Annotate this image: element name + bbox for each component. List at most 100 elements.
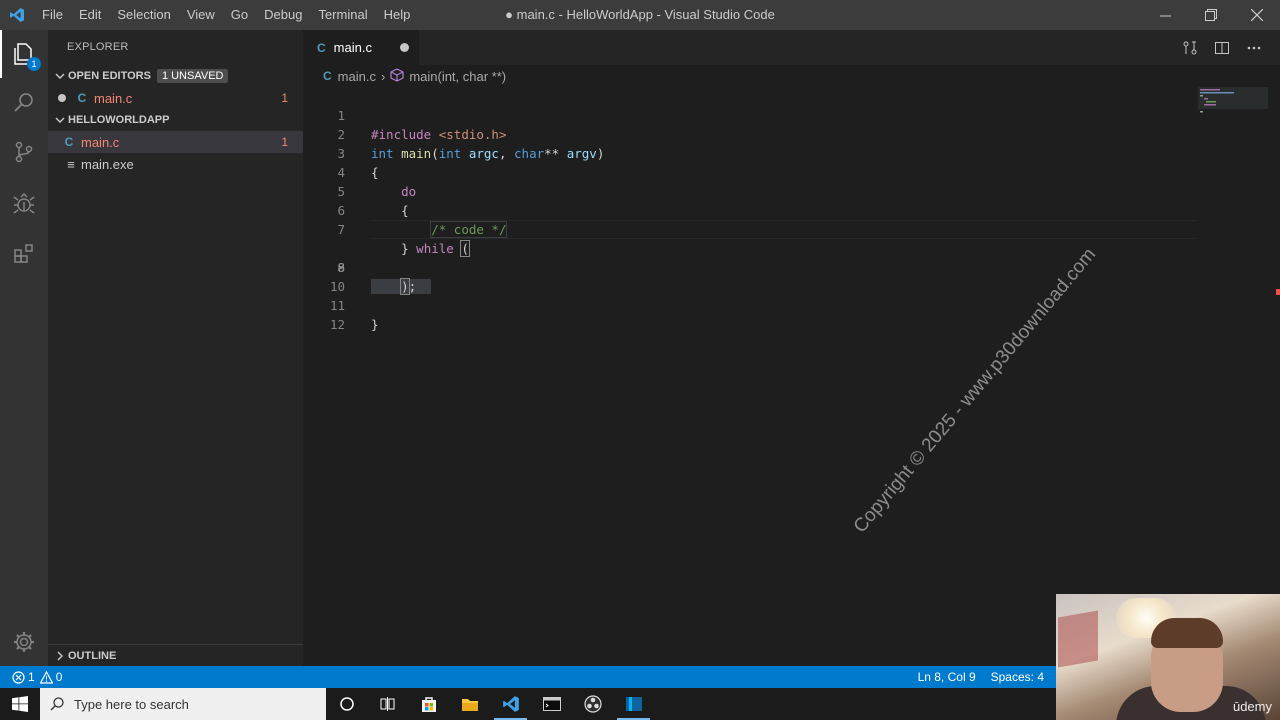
cursor-position[interactable]: Ln 8, Col 9	[918, 670, 976, 684]
restore-button[interactable]	[1188, 0, 1234, 30]
menu-edit[interactable]: Edit	[71, 0, 109, 30]
status-right: Ln 8, Col 9 Spaces: 4	[903, 670, 1044, 684]
sidebar-title: EXPLORER	[67, 41, 129, 53]
c-file-icon: C	[77, 91, 87, 105]
menu-view[interactable]: View	[179, 0, 223, 30]
error-icon	[12, 670, 25, 684]
store-icon	[421, 697, 436, 712]
file-name: main.exe	[81, 156, 134, 172]
unsaved-badge: 1 UNSAVED	[156, 69, 229, 83]
code-line-current: 8	[303, 220, 1280, 294]
open-editor-item-main-c[interactable]: C main.c 1	[48, 87, 303, 109]
folder-header[interactable]: HELLOWORLDAPP	[48, 109, 303, 131]
explorer-activity-button[interactable]: 1	[0, 30, 48, 78]
warning-count: 0	[55, 670, 63, 684]
open-editors-label: OPEN EDITORS	[68, 70, 151, 82]
task-view-button[interactable]	[367, 688, 408, 720]
chevron-right-icon	[52, 651, 68, 661]
tab-main-c[interactable]: C main.c	[303, 30, 419, 65]
minimize-icon	[1159, 15, 1171, 16]
folder-label: HELLOWORLDAPP	[68, 114, 170, 126]
menu-debug[interactable]: Debug	[256, 0, 310, 30]
open-editor-filename: main.c	[94, 90, 133, 106]
chevron-down-icon	[52, 71, 68, 81]
cortana-button[interactable]	[326, 688, 367, 720]
current-line-highlight	[371, 220, 1196, 239]
indentation[interactable]: Spaces: 4	[991, 670, 1044, 684]
compare-icon	[1183, 41, 1197, 54]
vertical-scrollbar[interactable]	[1266, 87, 1280, 666]
more-actions-button[interactable]	[1238, 30, 1270, 65]
code-line: 1 #include <stdio.h>	[303, 87, 1280, 142]
unsaved-dot-icon[interactable]	[48, 94, 70, 102]
code-line: 3 {	[303, 125, 1280, 180]
activity-bar: 1	[0, 30, 48, 666]
code-line: 9 );	[303, 239, 1280, 295]
problems-status[interactable]: 1 0	[0, 670, 62, 684]
menu-help[interactable]: Help	[376, 0, 419, 30]
taskbar-search[interactable]: Type here to search	[40, 688, 326, 720]
breadcrumb-file[interactable]: main.c	[338, 69, 376, 84]
title-bar: File Edit Selection View Go Debug Termin…	[0, 0, 1280, 30]
outline-header[interactable]: OUTLINE	[48, 644, 303, 666]
brace: }	[371, 317, 379, 332]
close-icon	[1251, 9, 1263, 21]
window-controls	[1142, 0, 1280, 30]
chevron-down-icon	[52, 115, 68, 125]
code-line: 7 } while (	[303, 201, 1280, 257]
extensions-activity-button[interactable]	[0, 230, 48, 278]
store-button[interactable]	[408, 688, 449, 720]
menu-selection[interactable]: Selection	[109, 0, 178, 30]
breadcrumb-symbol[interactable]: main(int, char **)	[409, 69, 506, 84]
app-taskbar-button[interactable]	[613, 688, 654, 720]
minimap[interactable]	[1198, 87, 1268, 127]
webcam-background-flag	[1058, 610, 1098, 668]
terminal-taskbar-button[interactable]	[531, 688, 572, 720]
warning-icon	[39, 670, 53, 684]
symbol-method-icon	[390, 67, 404, 85]
outline-label: OUTLINE	[68, 649, 117, 662]
tab-label: main.c	[333, 40, 372, 55]
open-editors-header[interactable]: OPEN EDITORS 1 UNSAVED	[48, 65, 303, 87]
explorer-sidebar: EXPLORER OPEN EDITORS 1 UNSAVED C main.c…	[48, 30, 303, 666]
split-editor-button[interactable]	[1206, 30, 1238, 65]
file-item-main-c[interactable]: C main.c 1	[48, 131, 303, 153]
search-icon	[50, 697, 64, 711]
settings-gear-icon	[14, 632, 34, 652]
close-window-button[interactable]	[1234, 0, 1280, 30]
unsaved-dot-icon[interactable]	[400, 43, 409, 52]
code-editor[interactable]: 1 #include <stdio.h> 2 int main(int argc…	[303, 87, 1280, 332]
search-activity-button[interactable]	[0, 78, 48, 126]
menu-file[interactable]: File	[34, 0, 71, 30]
code-line: 12	[303, 296, 1280, 332]
file-explorer-button[interactable]	[449, 688, 490, 720]
active-indicator	[0, 30, 2, 78]
code-line: 11 }	[303, 277, 1280, 332]
vscode-taskbar-button[interactable]	[490, 688, 531, 720]
search-placeholder: Type here to search	[74, 696, 189, 712]
c-file-icon: C	[317, 40, 326, 55]
debug-icon	[13, 192, 35, 214]
file-item-main-exe[interactable]: ≡ main.exe	[48, 153, 303, 175]
terminal-icon	[542, 697, 561, 711]
open-changes-button[interactable]	[1174, 30, 1206, 65]
source-control-activity-button[interactable]	[0, 128, 48, 176]
code-line: 2 int main(int argc, char** argv)	[303, 106, 1280, 161]
c-file-icon: C	[64, 135, 74, 149]
code-line: 6 /* code */	[303, 182, 1280, 238]
obs-icon	[583, 695, 602, 713]
c-file-icon: C	[323, 69, 332, 83]
minimize-button[interactable]	[1142, 0, 1188, 30]
menu-terminal[interactable]: Terminal	[310, 0, 375, 30]
debug-activity-button[interactable]	[0, 180, 48, 228]
menu-bar: File Edit Selection View Go Debug Termin…	[34, 0, 418, 30]
code-line: 4 do	[303, 144, 1280, 199]
explorer-badge: 1	[27, 57, 41, 71]
search-icon	[14, 93, 33, 112]
line-number: 12	[329, 317, 345, 332]
obs-taskbar-button[interactable]	[572, 688, 613, 720]
manage-activity-button[interactable]	[0, 618, 48, 666]
breadcrumb-separator-icon: ›	[380, 68, 386, 84]
menu-go[interactable]: Go	[223, 0, 256, 30]
start-button[interactable]	[0, 688, 40, 720]
